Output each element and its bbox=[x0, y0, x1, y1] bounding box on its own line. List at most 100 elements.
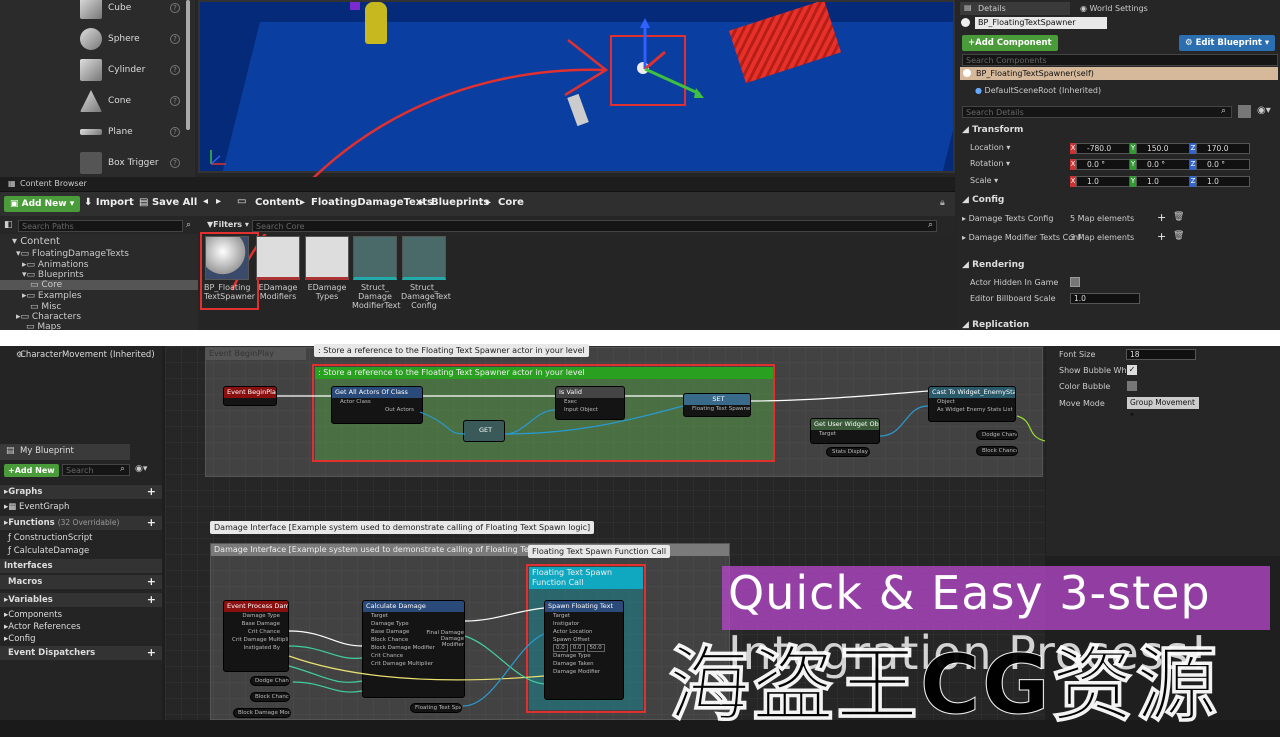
help-icon[interactable]: ? bbox=[170, 158, 180, 168]
breadcrumb-core[interactable]: Core bbox=[498, 197, 524, 208]
back-icon[interactable]: ◂ bbox=[203, 196, 208, 207]
add-new-button[interactable]: ▣ Add New ▾ bbox=[4, 196, 81, 212]
offset-x-input[interactable]: 0.0 bbox=[553, 644, 568, 652]
node-event-beginplay[interactable]: Event BeginPlay bbox=[223, 386, 277, 406]
help-icon[interactable]: ? bbox=[170, 3, 180, 13]
asset-struct-damage-text-config[interactable]: Struct_ DamageText Config bbox=[401, 236, 451, 310]
tab-world-settings[interactable]: ◉ World Settings bbox=[1072, 2, 1182, 15]
node-dodge-chance[interactable]: Dodge Chance bbox=[976, 430, 1018, 440]
billboard-scale-input[interactable]: 1.0 bbox=[1070, 293, 1140, 304]
node-block-chance-var[interactable]: Block Chance bbox=[250, 692, 290, 702]
section-event-dispatchers[interactable]: Event Dispatchers + bbox=[0, 646, 162, 660]
rotation-label[interactable]: Rotation ▾ bbox=[970, 159, 1010, 168]
offset-z-input[interactable]: 50.0 bbox=[586, 644, 605, 652]
location-x-input[interactable]: -780.0 bbox=[1076, 143, 1130, 154]
add-graph-icon[interactable]: + bbox=[147, 485, 156, 499]
tree-item-examples[interactable]: ▸▭ Examples bbox=[22, 291, 82, 301]
rotation-y-input[interactable]: 0.0 ° bbox=[1136, 159, 1190, 170]
breadcrumb-floatingdamagetexts[interactable]: FloatingDamageTexts bbox=[311, 197, 433, 208]
mode-item-box-trigger[interactable]: Box Trigger? bbox=[80, 148, 190, 178]
node-block-mod-var[interactable]: Block Damage Modifier bbox=[233, 708, 291, 718]
section-functions[interactable]: ▸Functions (32 Overridable) + bbox=[0, 516, 162, 530]
section-replication[interactable]: ◢ Replication bbox=[962, 320, 1029, 330]
level-viewport[interactable] bbox=[198, 0, 955, 173]
mode-item-cube[interactable]: Cube? bbox=[80, 0, 190, 23]
mode-item-sphere[interactable]: Sphere? bbox=[80, 24, 190, 54]
transform-gizmo-icon[interactable] bbox=[630, 14, 710, 104]
import-button[interactable]: ⬇ Import bbox=[84, 197, 134, 208]
search-icon[interactable]: ⌕ bbox=[120, 464, 125, 474]
node-is-valid[interactable]: Is Valid Exec Input Object bbox=[555, 386, 625, 420]
node-stats-display[interactable]: Stats Display bbox=[826, 447, 870, 457]
mode-item-cylinder[interactable]: Cylinder? bbox=[80, 55, 190, 85]
component-scene-root[interactable]: ● DefaultSceneRoot (Inherited) bbox=[975, 86, 1101, 95]
damage-texts-config-label[interactable]: ▸ Damage Texts Config bbox=[962, 214, 1053, 223]
tree-item-characters[interactable]: ▸▭ Characters bbox=[16, 312, 81, 322]
help-icon[interactable]: ? bbox=[170, 65, 180, 75]
property-matrix-icon[interactable] bbox=[1238, 105, 1251, 118]
location-y-input[interactable]: 150.0 bbox=[1136, 143, 1190, 154]
component-character-movement[interactable]: CharacterMovement (Inherited) bbox=[0, 348, 162, 362]
breadcrumb-blueprints[interactable]: Blueprints bbox=[431, 197, 489, 208]
trash-icon[interactable]: 🗑︎ bbox=[1173, 231, 1184, 241]
add-macro-icon[interactable]: + bbox=[147, 575, 156, 589]
asset-struct-damage-modifier-text[interactable]: Struct_ Damage ModifierText bbox=[352, 236, 401, 310]
damage-modifier-config-label[interactable]: ▸ Damage Modifier Texts Conf bbox=[962, 233, 1081, 242]
tree-item-misc[interactable]: ▭ Misc bbox=[30, 302, 61, 312]
add-new-button[interactable]: +Add New bbox=[4, 464, 59, 477]
node-set-spawner[interactable]: SET Floating Text Spawner bbox=[683, 393, 751, 417]
section-interfaces[interactable]: Interfaces bbox=[0, 559, 162, 573]
asset-bp-floating-text-spawner[interactable]: BP_Floating TextSpawner bbox=[204, 236, 255, 301]
add-function-icon[interactable]: + bbox=[147, 516, 156, 530]
section-graphs[interactable]: ▸Graphs + bbox=[0, 485, 162, 499]
eye-icon[interactable]: ◉▾ bbox=[1257, 105, 1271, 116]
filters-button[interactable]: ▼Filters ▾ bbox=[207, 220, 249, 229]
tree-item-blueprints[interactable]: ▾▭ Blueprints bbox=[22, 270, 84, 280]
add-component-button[interactable]: +Add Component bbox=[962, 35, 1058, 51]
eye-icon[interactable]: ◉▾ bbox=[135, 464, 147, 474]
forward-icon[interactable]: ▸ bbox=[216, 196, 221, 207]
edit-blueprint-button[interactable]: ⚙ Edit Blueprint ▾ bbox=[1179, 35, 1276, 51]
content-browser-tab[interactable]: ▦ Content Browser bbox=[0, 177, 955, 192]
add-element-icon[interactable]: + bbox=[1157, 211, 1166, 224]
add-dispatcher-icon[interactable]: + bbox=[147, 646, 156, 660]
tab-details[interactable]: Details bbox=[960, 2, 1070, 15]
section-config[interactable]: ◢ Config bbox=[962, 195, 1004, 205]
mode-item-plane[interactable]: Plane? bbox=[80, 117, 190, 147]
rotation-x-input[interactable]: 0.0 ° bbox=[1076, 159, 1130, 170]
save-all-button[interactable]: ▤ Save All bbox=[139, 197, 197, 208]
offset-y-input[interactable]: 0.0 bbox=[569, 644, 585, 652]
node-get-user-widget[interactable]: Get User Widget ObjectTarget bbox=[810, 418, 880, 444]
node-event-process-damage[interactable]: Event Process Damage Damage Type Base Da… bbox=[223, 600, 289, 672]
tree-item-animations[interactable]: ▸▭ Animations bbox=[22, 260, 88, 270]
tree-item-content[interactable]: ▾ Content bbox=[12, 236, 60, 247]
item-eventgraph[interactable]: ▸▦ EventGraph bbox=[0, 500, 162, 514]
item-construction-script[interactable]: ƒ ConstructionScript bbox=[0, 531, 162, 545]
scale-label[interactable]: Scale ▾ bbox=[970, 176, 998, 185]
item-calculate-damage[interactable]: ƒ CalculateDamage bbox=[0, 544, 162, 558]
mode-item-cone[interactable]: Cone? bbox=[80, 86, 190, 116]
scale-x-input[interactable]: 1.0 bbox=[1076, 176, 1130, 187]
help-icon[interactable]: ? bbox=[170, 34, 180, 44]
node-dodge-chance-var[interactable]: Dodge Chance bbox=[250, 676, 290, 686]
breadcrumb-content[interactable]: Content bbox=[255, 197, 300, 208]
search-icon[interactable]: ⌕ bbox=[186, 220, 191, 230]
search-icon[interactable]: ⌕ bbox=[928, 220, 933, 230]
sources-toggle-icon[interactable]: ◧ bbox=[4, 220, 13, 230]
search-details-input[interactable]: Search Details bbox=[962, 106, 1232, 118]
asset-edamage-modifiers[interactable]: EDamage Modifiers bbox=[255, 236, 301, 301]
asset-edamage-types[interactable]: EDamage Types bbox=[304, 236, 350, 301]
color-bubble-checkbox[interactable] bbox=[1127, 381, 1137, 391]
node-calculate-damage[interactable]: Calculate Damage Target Damage Type Base… bbox=[362, 600, 465, 698]
section-variables[interactable]: ▸Variables + bbox=[0, 593, 162, 607]
tree-item-maps[interactable]: ▭ Maps bbox=[26, 322, 61, 330]
node-get-all-actors[interactable]: Get All Actors Of Class Actor Class Out Ac… bbox=[331, 386, 423, 424]
move-mode-dropdown[interactable]: Group Movement ▾ bbox=[1127, 397, 1199, 419]
lock-icon[interactable]: 🔒︎ bbox=[940, 198, 945, 208]
search-components-input[interactable]: Search Components bbox=[962, 54, 1278, 66]
node-get[interactable]: GET bbox=[463, 420, 505, 442]
tab-my-blueprint[interactable]: My Blueprint bbox=[0, 444, 130, 460]
node-spawn-floating-text[interactable]: Spawn Floating Text Target Instigator Ac… bbox=[544, 600, 624, 700]
scale-y-input[interactable]: 1.0 bbox=[1136, 176, 1190, 187]
modes-scrollbar[interactable] bbox=[186, 0, 190, 130]
